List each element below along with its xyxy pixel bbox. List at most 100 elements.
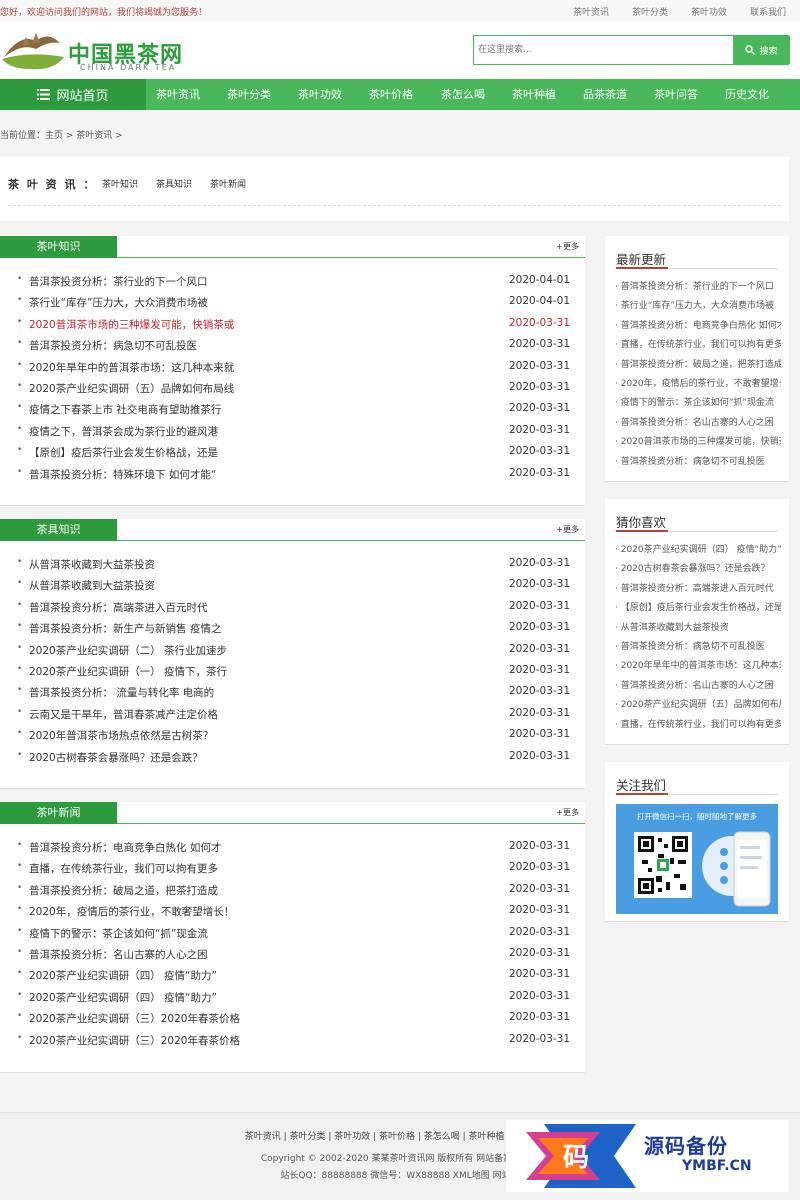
article-row[interactable]: • 从普洱茶收藏到大益茶投资 2020-03-31: [0, 575, 585, 596]
sidebar-list-item[interactable]: · 直播，在传统茶行业，我们可以拘有更多: [615, 717, 781, 736]
panel-tab-title[interactable]: 茶叶知识: [0, 236, 117, 258]
category-link-tea-knowledge[interactable]: 茶叶知识: [102, 177, 138, 190]
sidebar-list-item[interactable]: · 普洱茶投资分析：高端茶进入百元时代: [615, 581, 781, 600]
sidebar-list-item[interactable]: · 2020年旱年中的普洱茶市场：这几种本来就: [615, 658, 781, 677]
sidebar-list-item[interactable]: · 普洱茶投资分析：病急切不可乱投医: [615, 639, 781, 658]
article-row[interactable]: • 2020普洱茶市场的三种爆发可能，快销茶或 2020-03-31: [0, 314, 585, 335]
article-row[interactable]: • 2020年，疫情后的茶行业，不敢奢望增长！ 2020-03-31: [0, 901, 585, 922]
article-row[interactable]: • 普洱茶投资分析：名山古寨的人心之困 2020-03-31: [0, 944, 585, 965]
sidebar-list-item[interactable]: · 2020普洱茶市场的三种爆发可能，快销茶或: [615, 434, 781, 453]
article-title[interactable]: 茶行业“库存”压力大，大众消费市场被: [29, 295, 208, 310]
article-row[interactable]: • 2020茶产业纪实调研（四） 疫情“助力” 2020-03-31: [0, 987, 585, 1008]
article-title[interactable]: 2020茶产业纪实调研（四） 疫情“助力”: [29, 968, 217, 983]
article-title[interactable]: 疫情之下春茶上市 社交电商有望助推茶行: [29, 402, 221, 417]
article-title[interactable]: 2020普洱茶市场的三种爆发可能，快销茶或: [29, 317, 234, 332]
nav-home[interactable]: 网站首页: [0, 79, 146, 110]
panel-tab-title[interactable]: 茶叶新闻: [0, 802, 117, 824]
nav-item-tea-ceremony[interactable]: 品茶茶道: [583, 79, 627, 110]
article-title[interactable]: 普洱茶投资分析：名山古寨的人心之困: [29, 947, 208, 962]
sidebar-list-item[interactable]: · 【原创】疫后茶行业会发生价格战，还是: [615, 600, 781, 619]
sidebar-list-item[interactable]: · 2020年，疫情后的茶行业，不敢奢望增长！: [615, 376, 781, 395]
sidebar-list-item[interactable]: · 2020茶产业纪实调研（四） 疫情“助力”: [615, 542, 781, 561]
sidebar-list-item[interactable]: · 普洱茶投资分析：破局之道，把茶打造成: [615, 357, 781, 376]
article-title[interactable]: 普洱茶投资分析：电商竞争白热化 如何才: [29, 840, 221, 855]
article-title[interactable]: 从普洱茶收藏到大益茶投资: [29, 557, 155, 572]
wechat-qr-banner[interactable]: 打开微信扫一扫，随时随地了解更多: [616, 804, 778, 914]
article-title[interactable]: 疫情下的警示：茶企该如何“抓”现金流: [29, 926, 208, 941]
article-row[interactable]: • 普洱茶投资分析：新生产与新销售 疫情之 2020-03-31: [0, 618, 585, 639]
panel-tab-title[interactable]: 茶具知识: [0, 519, 117, 541]
nav-item-category[interactable]: 茶叶分类: [227, 79, 271, 110]
article-title[interactable]: 直播，在传统茶行业，我们可以拘有更多: [29, 861, 218, 876]
sidebar-list-item[interactable]: · 普洱茶投资分析：电商竞争白热化 如何才: [615, 318, 781, 337]
article-title[interactable]: 2020茶产业纪实调研（四） 疫情“助力”: [29, 990, 217, 1005]
panel-more-link[interactable]: +更多: [556, 807, 579, 818]
article-title[interactable]: 2020茶产业纪实调研（三）2020年春茶价格: [29, 1033, 240, 1048]
sidebar-list-item[interactable]: · 普洱茶投资分析：名山古寨的人心之困: [615, 415, 781, 434]
sidebar-list-item[interactable]: · 疫情下的警示：茶企该如何“抓”现金流: [615, 395, 781, 414]
article-title[interactable]: 2020茶产业纪实调研（一） 疫情下，茶行: [29, 664, 227, 679]
article-row[interactable]: • 从普洱茶收藏到大益茶投资 2020-03-31: [0, 554, 585, 575]
article-row[interactable]: • 普洱茶投资分析： 流量与转化率 电商的 2020-03-31: [0, 682, 585, 703]
article-title[interactable]: 2020年旱年中的普洱茶市场：这几种本来就: [29, 360, 234, 375]
article-title[interactable]: 普洱茶投资分析： 流量与转化率 电商的: [29, 685, 214, 700]
nav-item-price[interactable]: 茶叶价格: [369, 79, 413, 110]
article-row[interactable]: • 普洱茶投资分析：病急切不可乱投医 2020-03-31: [0, 335, 585, 356]
sidebar-list-item[interactable]: · 茶行业“库存”压力大，大众消费市场被: [615, 298, 781, 317]
article-title[interactable]: 2020年，疫情后的茶行业，不敢奢望增长！: [29, 904, 234, 919]
article-row[interactable]: • 疫情下的警示：茶企该如何“抓”现金流 2020-03-31: [0, 923, 585, 944]
article-title[interactable]: 普洱茶投资分析：新生产与新销售 疫情之: [29, 621, 221, 636]
site-logo[interactable]: 中国黑茶网 CHINA DARK TEA: [0, 27, 182, 76]
nav-item-news[interactable]: 茶叶资讯: [156, 79, 200, 110]
article-row[interactable]: • 直播，在传统茶行业，我们可以拘有更多 2020-03-31: [0, 858, 585, 879]
article-row[interactable]: • 2020古树春茶会暴涨吗？还是会跌？ 2020-03-31: [0, 747, 585, 768]
nav-item-history[interactable]: 历史文化: [725, 79, 769, 110]
sidebar-list-item[interactable]: · 2020古树春茶会暴涨吗？还是会跌？: [615, 561, 781, 580]
article-row[interactable]: • 2020茶产业纪实调研（三）2020年春茶价格 2020-03-31: [0, 1030, 585, 1051]
sidebar-list-item[interactable]: · 2020茶产业纪实调研（五）品牌如何布局线: [615, 697, 781, 716]
panel-more-link[interactable]: +更多: [556, 524, 579, 535]
sidebar-list-item[interactable]: · 直播，在传统茶行业，我们可以拘有更多: [615, 337, 781, 356]
article-row[interactable]: • 【原创】疫后茶行业会发生价格战，还是 2020-03-31: [0, 442, 585, 463]
article-title[interactable]: 2020茶产业纪实调研（五）品牌如何布局线: [29, 381, 234, 396]
search-input[interactable]: [474, 36, 733, 64]
article-title[interactable]: 2020茶产业纪实调研（二） 茶行业加速步: [29, 643, 227, 658]
nav-item-qa[interactable]: 茶叶问答: [654, 79, 698, 110]
article-title[interactable]: 普洱茶投资分析：特殊环境下 如何才能“: [29, 467, 216, 482]
top-link-category[interactable]: 茶叶分类: [632, 5, 668, 18]
article-row[interactable]: • 普洱茶投资分析：茶行业的下一个风口 2020-04-01: [0, 271, 585, 292]
article-row[interactable]: • 2020茶产业纪实调研（三）2020年春茶价格 2020-03-31: [0, 1008, 585, 1029]
sidebar-list-item[interactable]: · 普洱茶投资分析：名山古寨的人心之困: [615, 678, 781, 697]
category-link-teaware[interactable]: 茶具知识: [156, 177, 192, 190]
article-row[interactable]: • 茶行业“库存”压力大，大众消费市场被 2020-04-01: [0, 292, 585, 313]
article-title[interactable]: 从普洱茶收藏到大益茶投资: [29, 578, 155, 593]
top-link-effect[interactable]: 茶叶功效: [691, 5, 727, 18]
nav-item-effect[interactable]: 茶叶功效: [298, 79, 342, 110]
article-title[interactable]: 普洱茶投资分析：茶行业的下一个风口: [29, 274, 208, 289]
article-title[interactable]: 普洱茶投资分析：破局之道，把茶打造成: [29, 883, 218, 898]
article-row[interactable]: • 2020年旱年中的普洱茶市场：这几种本来就 2020-03-31: [0, 357, 585, 378]
article-row[interactable]: • 2020茶产业纪实调研（四） 疫情“助力” 2020-03-31: [0, 965, 585, 986]
article-row[interactable]: • 普洱茶投资分析：特殊环境下 如何才能“ 2020-03-31: [0, 464, 585, 485]
article-row[interactable]: • 普洱茶投资分析：高端茶进入百元时代 2020-03-31: [0, 597, 585, 618]
search-button[interactable]: 搜索: [733, 36, 790, 64]
article-title[interactable]: 【原创】疫后茶行业会发生价格战，还是: [29, 445, 218, 460]
category-link-tea-news[interactable]: 茶叶新闻: [210, 177, 246, 190]
top-link-contact[interactable]: 联系我们: [750, 5, 786, 18]
sidebar-list-item[interactable]: · 从普洱茶收藏到大益茶投资: [615, 620, 781, 639]
article-row[interactable]: • 疫情之下，普洱茶会成为茶行业的避风港 2020-03-31: [0, 421, 585, 442]
article-title[interactable]: 2020年普洱茶市场热点依然是古树茶？: [29, 728, 213, 743]
nav-item-planting[interactable]: 茶叶种植: [512, 79, 556, 110]
article-row[interactable]: • 2020年普洱茶市场热点依然是古树茶？ 2020-03-31: [0, 725, 585, 746]
article-title[interactable]: 2020古树春茶会暴涨吗？还是会跌？: [29, 750, 203, 765]
article-row[interactable]: • 普洱茶投资分析：电商竞争白热化 如何才 2020-03-31: [0, 837, 585, 858]
sidebar-list-item[interactable]: · 普洱茶投资分析：茶行业的下一个风口: [615, 279, 781, 298]
article-row[interactable]: • 2020茶产业纪实调研（二） 茶行业加速步 2020-03-31: [0, 640, 585, 661]
article-title[interactable]: 云南又是干旱年，普洱春茶减产注定价格: [29, 707, 218, 722]
article-title[interactable]: 2020茶产业纪实调研（三）2020年春茶价格: [29, 1011, 240, 1026]
article-row[interactable]: • 疫情之下春茶上市 社交电商有望助推茶行 2020-03-31: [0, 399, 585, 420]
article-title[interactable]: 普洱茶投资分析：病急切不可乱投医: [29, 338, 197, 353]
sidebar-list-item[interactable]: · 普洱茶投资分析：病急切不可乱投医: [615, 454, 781, 473]
top-link-news[interactable]: 茶叶资讯: [573, 5, 609, 18]
article-row[interactable]: • 普洱茶投资分析：破局之道，把茶打造成 2020-03-31: [0, 880, 585, 901]
